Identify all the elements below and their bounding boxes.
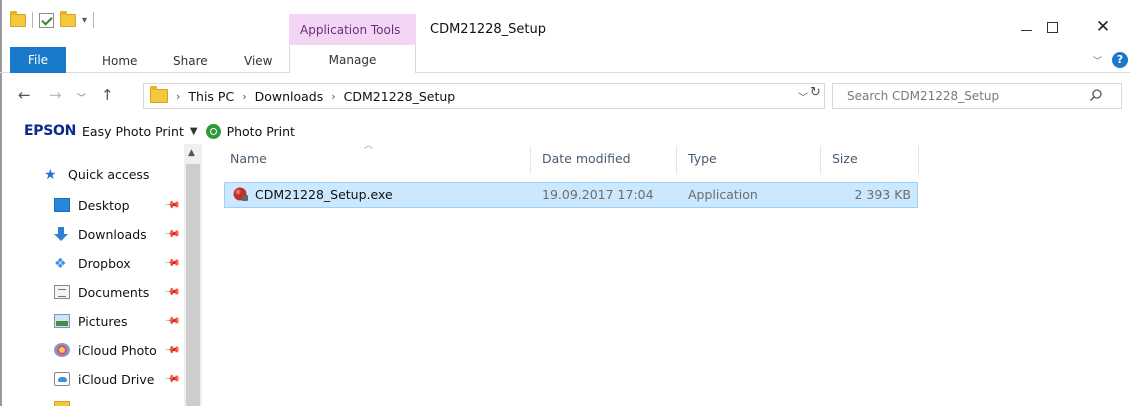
tab-view[interactable]: View xyxy=(244,49,272,73)
nav-item-quick-access[interactable]: ★ Quick access xyxy=(44,162,149,186)
maximize-button[interactable] xyxy=(1032,12,1072,42)
file-size: 2 393 KB xyxy=(854,187,911,202)
nav-item-icloud-photo[interactable]: iCloud Photo xyxy=(54,338,157,362)
search-icon[interactable] xyxy=(1089,88,1103,102)
nav-item-label: Dropbox xyxy=(78,255,131,271)
sort-ascending-icon: ︿ xyxy=(364,141,374,151)
nav-item-label: Quick access xyxy=(68,166,150,182)
nav-item-icloud-drive[interactable]: iCloud Drive xyxy=(54,367,154,391)
address-history-icon[interactable]: ﹀ xyxy=(798,89,808,104)
nav-item-label: Desktop xyxy=(78,197,130,213)
search-box[interactable] xyxy=(832,83,1122,109)
chevron-down-icon[interactable]: ▼ xyxy=(190,126,198,137)
epson-toolbar: EPSON Easy Photo Print ▼ Photo Print xyxy=(0,118,1130,144)
nav-item-desktop[interactable]: Desktop xyxy=(54,193,130,217)
quick-access-toolbar: ▾ xyxy=(10,10,95,28)
pin-icon[interactable]: 📌 xyxy=(164,371,181,388)
pin-icon[interactable]: 📌 xyxy=(164,284,181,301)
ribbon-tabs: File Home Share View Manage ﹀ ? xyxy=(0,45,1130,73)
up-arrow-icon[interactable]: ↑ xyxy=(101,86,114,104)
documents-icon xyxy=(54,285,70,299)
scroll-up-icon[interactable]: ▲ xyxy=(188,148,195,158)
scrollbar-thumb[interactable] xyxy=(186,164,200,406)
pin-icon[interactable]: 📌 xyxy=(164,342,181,359)
title-bar: ▾ Application Tools CDM21228_Setup ✕ xyxy=(0,0,1130,406)
pin-icon[interactable]: 📌 xyxy=(164,255,181,272)
refresh-icon[interactable]: ↻ xyxy=(810,85,821,100)
file-type: Application xyxy=(688,187,758,202)
maximize-icon xyxy=(1046,21,1058,33)
properties-icon[interactable] xyxy=(39,12,54,28)
icloud-photo-icon xyxy=(54,343,70,357)
nav-item-documents[interactable]: Documents xyxy=(54,280,149,304)
column-divider[interactable] xyxy=(820,146,821,174)
nav-item-dropbox[interactable]: ❖ Dropbox xyxy=(54,251,131,275)
folder-icon[interactable] xyxy=(10,10,26,27)
pin-icon[interactable]: 📌 xyxy=(164,226,181,243)
download-icon xyxy=(54,227,70,241)
column-divider[interactable] xyxy=(530,146,531,174)
breadcrumb-separator-icon[interactable]: › xyxy=(331,90,335,103)
breadcrumb-downloads[interactable]: Downloads xyxy=(255,89,324,104)
breadcrumb-separator-icon[interactable]: › xyxy=(242,90,246,103)
dropbox-icon: ❖ xyxy=(54,256,67,272)
tab-manage[interactable]: Manage xyxy=(289,45,416,73)
application-icon xyxy=(233,187,248,201)
close-button[interactable]: ✕ xyxy=(1083,12,1123,42)
folder-icon xyxy=(150,86,168,103)
breadcrumb-this-pc[interactable]: This PC xyxy=(188,89,234,104)
toolbar-divider xyxy=(93,12,95,28)
address-bar[interactable]: › This PC › Downloads › CDM21228_Setup xyxy=(143,83,825,109)
expand-ribbon-icon[interactable]: ﹀ xyxy=(1093,54,1102,67)
nav-item-partial[interactable] xyxy=(54,396,78,406)
column-header-name[interactable]: Name xyxy=(230,146,267,172)
address-row: ← → ﹀ ↑ › This PC › Downloads › CDM21228… xyxy=(0,78,1130,114)
nav-item-label: iCloud Photo xyxy=(78,342,157,358)
close-icon: ✕ xyxy=(1095,17,1111,37)
nav-item-pictures[interactable]: Pictures xyxy=(54,309,128,333)
recent-locations-icon[interactable]: ﹀ xyxy=(77,91,86,104)
nav-item-label: Pictures xyxy=(78,313,128,329)
breadcrumb-separator-icon[interactable]: › xyxy=(176,90,180,103)
easy-photo-print-button[interactable]: Easy Photo Print xyxy=(82,124,184,139)
column-header-size[interactable]: Size xyxy=(832,146,858,172)
back-arrow-icon[interactable]: ← xyxy=(18,86,31,104)
nav-item-label: Documents xyxy=(78,284,150,300)
navigation-pane: ★ Quick access Desktop Downloads ❖ Dropb… xyxy=(0,144,200,406)
file-date-modified: 19.09.2017 17:04 xyxy=(542,187,654,202)
tab-share[interactable]: Share xyxy=(173,49,208,73)
column-divider[interactable] xyxy=(676,146,677,174)
photo-print-button[interactable]: Photo Print xyxy=(227,124,295,139)
column-header-date-modified[interactable]: Date modified xyxy=(542,146,631,172)
customize-toolbar-icon[interactable]: ▾ xyxy=(82,15,87,26)
folder-icon xyxy=(54,401,70,406)
new-folder-icon[interactable] xyxy=(60,10,76,27)
icloud-drive-icon xyxy=(54,372,70,386)
pin-icon[interactable]: 📌 xyxy=(164,197,181,214)
tab-file[interactable]: File xyxy=(10,47,66,73)
desktop-icon xyxy=(54,198,70,212)
star-icon: ★ xyxy=(44,167,57,183)
window-title: CDM21228_Setup xyxy=(430,22,546,37)
help-icon[interactable]: ? xyxy=(1112,52,1128,68)
tab-home[interactable]: Home xyxy=(102,49,137,73)
navigation-scrollbar[interactable]: ▲ xyxy=(184,144,202,406)
nav-item-label: iCloud Drive xyxy=(78,371,155,387)
toolbar-divider xyxy=(32,12,33,28)
photo-print-icon[interactable] xyxy=(205,123,221,139)
file-name[interactable]: CDM21228_Setup.exe xyxy=(255,187,393,202)
column-divider[interactable] xyxy=(918,146,919,174)
pictures-icon xyxy=(54,314,70,328)
minimize-icon xyxy=(1020,29,1032,31)
pin-icon[interactable]: 📌 xyxy=(164,313,181,330)
epson-logo: EPSON xyxy=(24,123,77,139)
forward-arrow-icon[interactable]: → xyxy=(49,86,62,104)
breadcrumb-current-folder[interactable]: CDM21228_Setup xyxy=(344,89,456,104)
nav-item-label: Downloads xyxy=(78,226,147,242)
nav-item-downloads[interactable]: Downloads xyxy=(54,222,147,246)
context-tab-group-label: Application Tools xyxy=(300,23,401,37)
search-input[interactable] xyxy=(833,84,1083,108)
column-header-type[interactable]: Type xyxy=(688,146,717,172)
